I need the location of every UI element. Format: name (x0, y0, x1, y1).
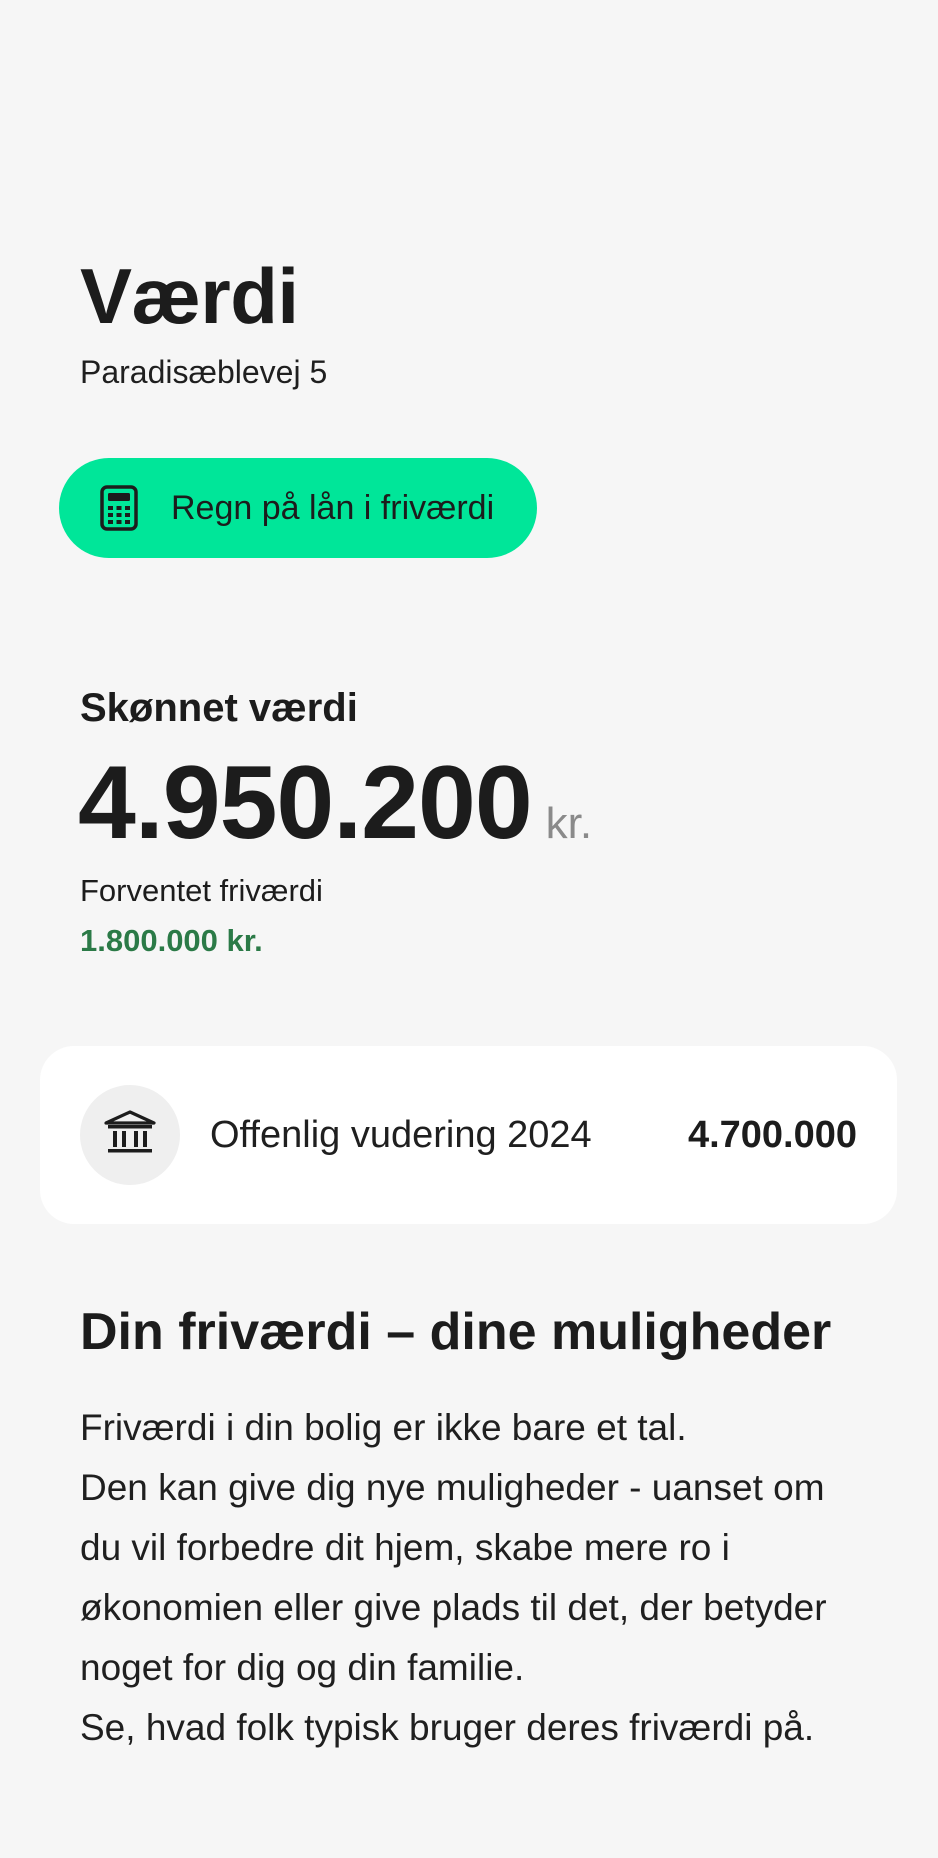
estimated-value-unit: kr. (545, 799, 593, 848)
estimated-value: 4.950.200 (78, 745, 533, 861)
page-title: Værdi (80, 252, 299, 340)
assessment-value: 4.700.000 (687, 1113, 857, 1156)
bank-icon-circle (80, 1085, 180, 1185)
bank-icon (104, 1109, 156, 1161)
assessment-label: Offenlig vudering 2024 (210, 1113, 592, 1156)
expected-equity-label: Forventet friværdi (80, 873, 323, 908)
body-paragraph: Den kan give dig nye muligheder - uanset… (80, 1467, 827, 1688)
estimated-value-row: 4.950.200 kr. (78, 748, 592, 858)
public-assessment-card[interactable]: Offenlig vudering 2024 4.700.000 (40, 1046, 897, 1224)
calculate-equity-loan-button[interactable]: Regn på lån i friværdi (59, 458, 537, 558)
property-address: Paradisæblevej 5 (80, 354, 328, 390)
body-paragraph: Se, hvad folk typisk bruger deres frivær… (80, 1707, 815, 1748)
section-title: Din friværdi – dine muligheder (80, 1303, 832, 1361)
value-page: Værdi Paradisæblevej 5 Regn på lån i fri… (0, 0, 938, 1858)
cta-label: Regn på lån i friværdi (171, 488, 495, 527)
body-paragraph: Friværdi i din bolig er ikke bare et tal… (80, 1407, 687, 1448)
expected-equity-value: 1.800.000 kr. (80, 923, 263, 958)
calculator-icon (99, 484, 139, 532)
estimated-value-label: Skønnet værdi (80, 686, 358, 730)
section-body: Friværdi i din bolig er ikke bare et tal… (80, 1398, 860, 1758)
